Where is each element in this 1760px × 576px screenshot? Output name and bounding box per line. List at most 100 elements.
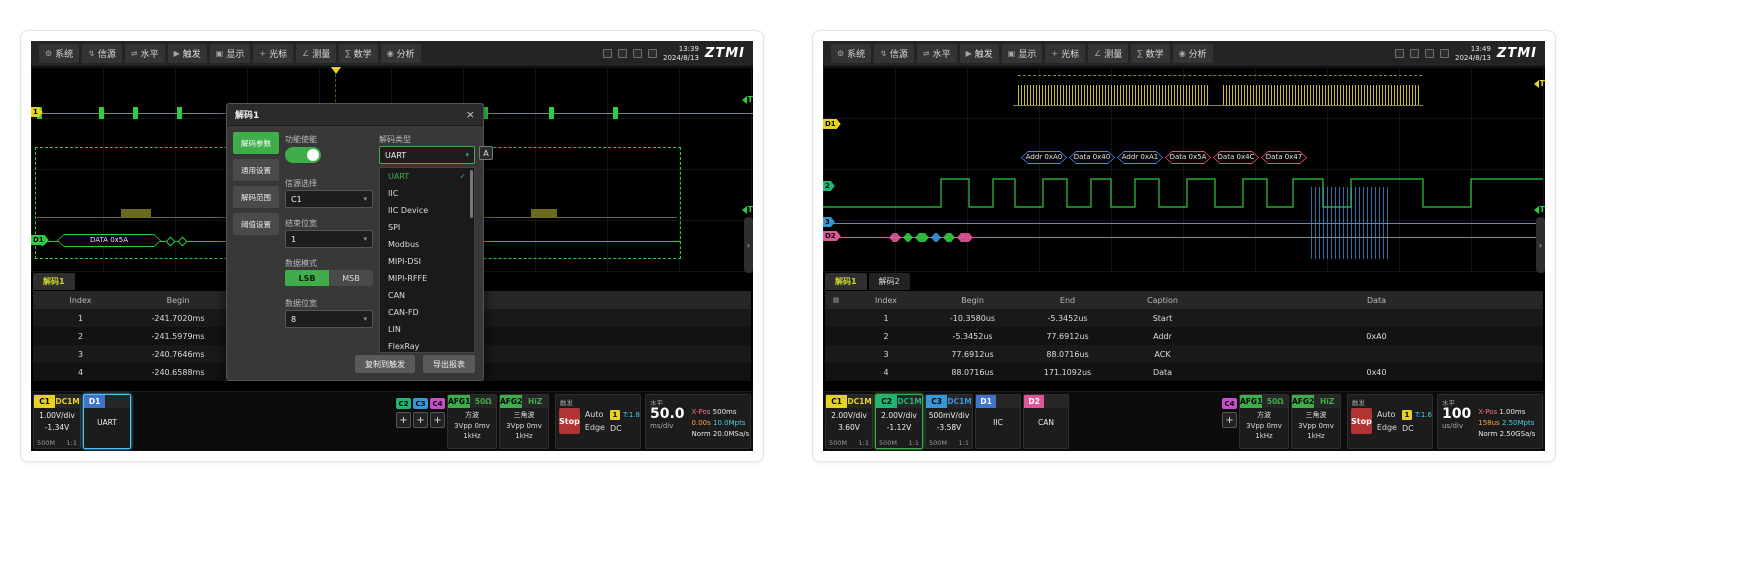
menu-horizontal[interactable]: ⇌水平 xyxy=(917,44,957,63)
channel-box-c1[interactable]: C1DC1M 1.00V/div -1.34V 500M1:1 xyxy=(33,394,81,449)
trigger-level-marker[interactable]: T xyxy=(742,95,753,104)
menu-system[interactable]: ⚙系统 xyxy=(831,44,871,63)
add-channel-button[interactable]: + xyxy=(396,412,411,428)
dropdown-option-iic[interactable]: IIC xyxy=(380,185,474,202)
trigger-source-badge[interactable]: 1 xyxy=(1402,410,1412,420)
menu-source[interactable]: ↯信源 xyxy=(82,44,122,63)
menu-system[interactable]: ⚙系统 xyxy=(39,44,79,63)
trigger-type[interactable]: Edge xyxy=(585,423,605,432)
toolbar-icon-3[interactable] xyxy=(1425,49,1434,58)
dropdown-option-lin[interactable]: LIN xyxy=(380,321,474,338)
dropdown-option-mipi-dsi[interactable]: MIPI-DSI xyxy=(380,253,474,270)
afg2-box[interactable]: AFG2HiZ 三角波 3Vpp 0mv 1kHz xyxy=(1291,394,1341,449)
trigger-mode[interactable]: Auto xyxy=(1377,410,1397,419)
keyboard-button[interactable]: A xyxy=(479,146,493,160)
trigger-position-marker[interactable] xyxy=(331,67,341,74)
channel-box-c3[interactable]: C3DC1M 500mV/div -3.58V 500M1:1 xyxy=(925,394,973,449)
mini-channel-c2: C2 + xyxy=(396,398,411,428)
channel-tag[interactable]: C4 xyxy=(430,398,445,409)
toolbar-icon-1[interactable] xyxy=(603,49,612,58)
dropdown-option-can[interactable]: CAN xyxy=(380,287,474,304)
dropdown-option-spi[interactable]: SPI xyxy=(380,219,474,236)
menu-trigger[interactable]: ▶触发 xyxy=(960,44,999,63)
add-channel-button[interactable]: + xyxy=(1222,412,1237,428)
dialog-tab-range[interactable]: 解码范围 xyxy=(233,186,279,208)
menu-trigger[interactable]: ▶触发 xyxy=(168,44,207,63)
menu-cursor[interactable]: +光标 xyxy=(1045,44,1085,63)
menu-horizontal[interactable]: ⇌水平 xyxy=(125,44,165,63)
side-panel-handle[interactable]: › xyxy=(744,217,753,273)
afg1-box[interactable]: AFG150Ω 方波 3Vpp 0mv 1kHz xyxy=(447,394,497,449)
table-row[interactable]: 488.0716us171.1092usData0x40 xyxy=(825,363,1543,381)
toolbar-icon-2[interactable] xyxy=(1410,49,1419,58)
decode-type-select[interactable]: UART▾ xyxy=(379,146,475,164)
toolbar-icon-1[interactable] xyxy=(1395,49,1404,58)
trigger-level-marker[interactable]: T xyxy=(742,205,753,214)
trigger-coupling[interactable]: DC xyxy=(610,424,641,433)
run-stop-button[interactable]: Stop xyxy=(559,408,580,434)
menu-source[interactable]: ↯信源 xyxy=(874,44,914,63)
menu-analyze[interactable]: ◉分析 xyxy=(1173,44,1213,63)
channel-box-d1[interactable]: D1 IIC xyxy=(975,394,1021,449)
trigger-source-badge[interactable]: 1 xyxy=(610,410,620,420)
add-channel-button[interactable]: + xyxy=(430,412,445,428)
channel-box-c1[interactable]: C1DC1M 2.00V/div 3.60V 500M1:1 xyxy=(825,394,873,449)
dropdown-option-modbus[interactable]: Modbus xyxy=(380,236,474,253)
menu-analyze[interactable]: ◉分析 xyxy=(381,44,421,63)
enable-toggle[interactable] xyxy=(285,147,321,163)
menu-display[interactable]: ▣显示 xyxy=(210,44,251,63)
trigger-type[interactable]: Edge xyxy=(1377,423,1397,432)
trigger-level-marker[interactable]: T xyxy=(1534,205,1545,214)
add-channel-button[interactable]: + xyxy=(413,412,428,428)
dropdown-option-uart[interactable]: UART✓ xyxy=(380,168,474,185)
dropdown-option-can-fd[interactable]: CAN-FD xyxy=(380,304,474,321)
copy-to-trigger-button[interactable]: 复制到触发 xyxy=(355,355,415,373)
lsb-option[interactable]: LSB xyxy=(285,270,329,286)
channel-box-c2[interactable]: C2DC1M 2.00V/div -1.12V 500M1:1 xyxy=(875,394,923,449)
afg1-box[interactable]: AFG150Ω 方波 3Vpp 0mv 1kHz xyxy=(1239,394,1289,449)
data-width-select[interactable]: 8▾ xyxy=(285,310,373,328)
channel-box-d2[interactable]: D2 CAN xyxy=(1023,394,1069,449)
dialog-tab-decode-params[interactable]: 解码参数 xyxy=(233,132,279,154)
channel-tag[interactable]: C2 xyxy=(396,398,411,409)
dialog-tab-general[interactable]: 通用设置 xyxy=(233,159,279,181)
decode-tab-1[interactable]: 解码1 xyxy=(33,273,75,290)
afg2-box[interactable]: AFG2HiZ 三角波 3Vpp 0mv 1kHz xyxy=(499,394,549,449)
side-panel-handle[interactable]: › xyxy=(1536,217,1545,273)
dropdown-scrollbar[interactable] xyxy=(470,170,473,218)
trigger-mode[interactable]: Auto xyxy=(585,410,605,419)
dropdown-option-flexray[interactable]: FlexRay xyxy=(380,338,474,353)
channel-box-d1[interactable]: D1 UART xyxy=(83,394,131,449)
delay-value: 158us xyxy=(1478,419,1499,427)
export-report-button[interactable]: 导出报表 xyxy=(423,355,475,373)
menu-measure[interactable]: ∠测量 xyxy=(296,44,336,63)
decode-tab-2[interactable]: 解码2 xyxy=(869,273,910,290)
table-row[interactable]: 1-10.3580us-5.3452usStart xyxy=(825,309,1543,327)
acq-mode: Norm xyxy=(692,430,711,438)
afg-amplitude: 3Vpp 0mv xyxy=(1240,422,1288,430)
run-stop-button[interactable]: Stop xyxy=(1351,408,1372,434)
msb-option[interactable]: MSB xyxy=(329,270,373,286)
toolbar-icon-4[interactable] xyxy=(648,49,657,58)
decode-tab-1[interactable]: 解码1 xyxy=(825,273,867,290)
dropdown-option-mipi-rffe[interactable]: MIPI-RFFE xyxy=(380,270,474,287)
close-icon[interactable]: × xyxy=(466,109,475,120)
trigger-level-marker[interactable]: T xyxy=(1534,79,1545,88)
table-row[interactable]: 377.6912us88.0716usACK xyxy=(825,345,1543,363)
table-row[interactable]: 2-5.3452us77.6912usAddr0xA0 xyxy=(825,327,1543,345)
source-select[interactable]: C1▾ xyxy=(285,190,373,208)
menu-math[interactable]: ∑数学 xyxy=(339,44,377,63)
dropdown-option-iic-device[interactable]: IIC Device xyxy=(380,202,474,219)
channel-tag[interactable]: C3 xyxy=(413,398,428,409)
menu-cursor[interactable]: +光标 xyxy=(253,44,293,63)
menu-math[interactable]: ∑数学 xyxy=(1131,44,1169,63)
dialog-tab-threshold[interactable]: 阈值设置 xyxy=(233,213,279,235)
toolbar-icon-3[interactable] xyxy=(633,49,642,58)
toolbar-icon-2[interactable] xyxy=(618,49,627,58)
stopbit-select[interactable]: 1▾ xyxy=(285,230,373,248)
trigger-coupling[interactable]: DC xyxy=(1402,424,1433,433)
toolbar-icon-4[interactable] xyxy=(1440,49,1449,58)
channel-tag[interactable]: C4 xyxy=(1222,398,1237,409)
menu-display[interactable]: ▣显示 xyxy=(1002,44,1043,63)
menu-measure[interactable]: ∠测量 xyxy=(1088,44,1128,63)
